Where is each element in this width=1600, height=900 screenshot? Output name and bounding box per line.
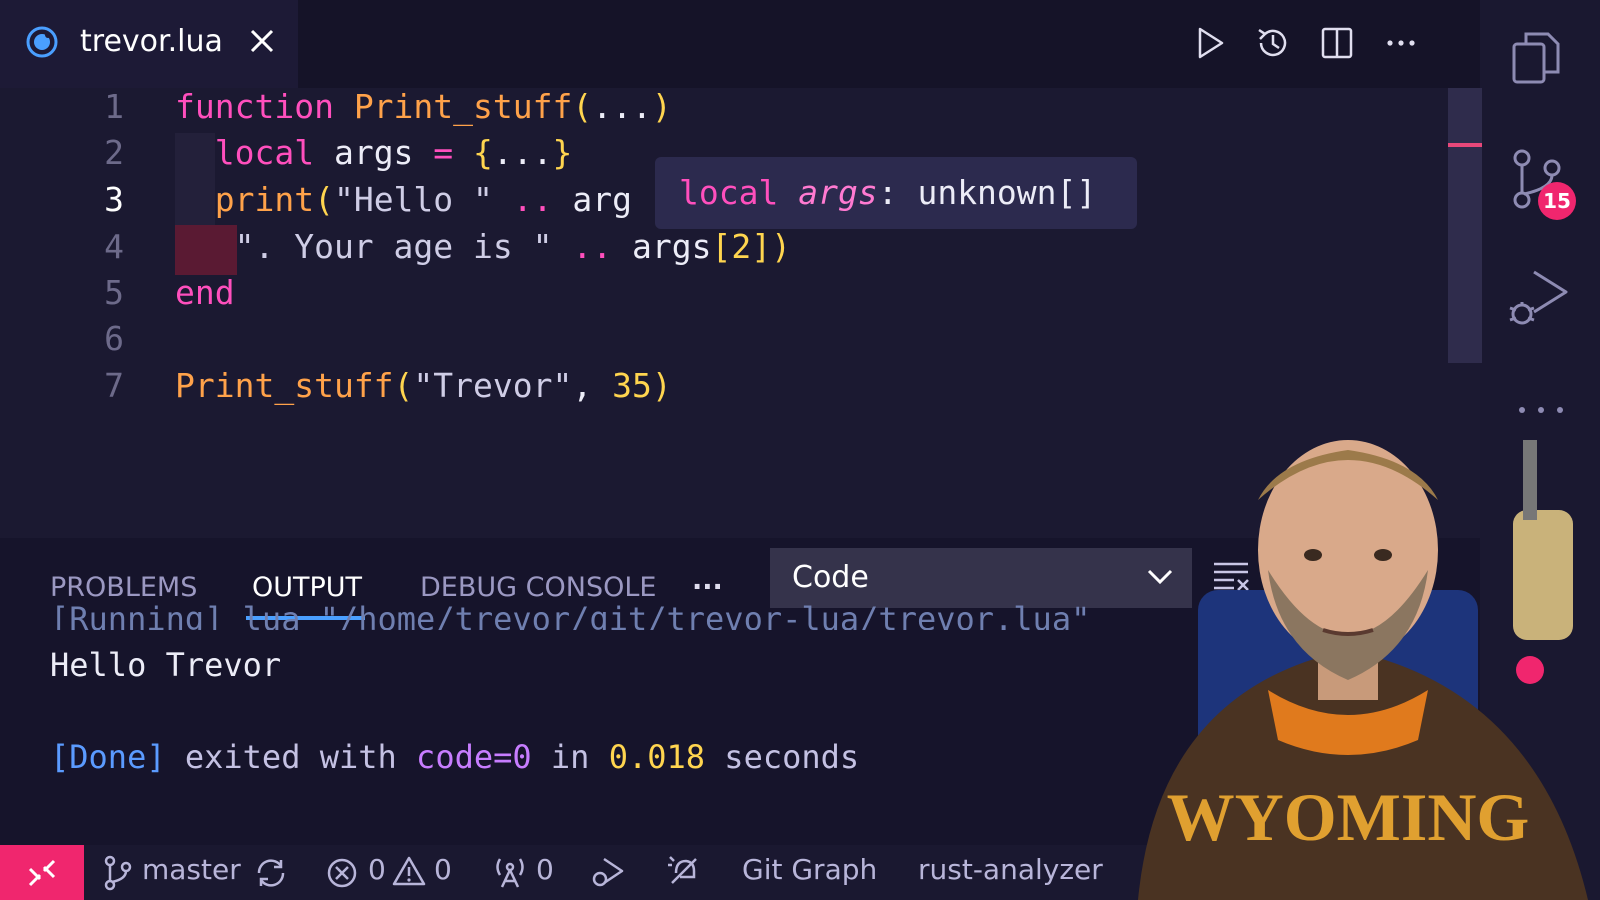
more-views-icon[interactable] (1514, 400, 1568, 420)
editor-tab-bar: trevor.lua (0, 0, 1480, 88)
history-icon[interactable] (1254, 24, 1292, 62)
code-token: "Hello " (333, 180, 513, 219)
line-number: 5 (104, 273, 124, 312)
line-number: 6 (104, 319, 124, 358)
hover-sep: : (877, 173, 918, 212)
code-line[interactable]: 7 Print_stuff("Trevor", 35) (0, 363, 1440, 409)
code-token: function (175, 87, 354, 126)
explorer-icon[interactable] (1508, 28, 1564, 88)
line-code: ". Your age is " .. args[2]) (175, 224, 791, 270)
ports-icon (496, 858, 524, 888)
error-icon (327, 858, 357, 888)
code-line[interactable]: 5 end (0, 270, 1440, 316)
code-token: ... (592, 87, 652, 126)
hover-variable: args (798, 173, 878, 212)
split-editor-icon[interactable] (1318, 24, 1356, 62)
git-graph-button[interactable]: Git Graph (742, 853, 877, 886)
output-done-line: [Done] exited with code=0 in 0.018 secon… (50, 738, 859, 776)
code-token: args (333, 133, 434, 172)
ports-count[interactable]: 0 (536, 853, 554, 886)
output-hello-line: Hello Trevor (50, 646, 282, 684)
webcam-overlay: WYOMING (1138, 440, 1588, 900)
close-icon[interactable] (245, 24, 279, 58)
shirt-print: WYOMING (1167, 779, 1530, 855)
tab-output[interactable]: OUTPUT (252, 572, 362, 603)
line-code: Print_stuff("Trevor", 35) (175, 363, 672, 409)
code-token: ) (771, 227, 791, 266)
diagnostic-marker (175, 225, 237, 275)
output-channel-label: Code (792, 560, 869, 595)
code-token: end (175, 273, 235, 312)
hover-type: unknown[] (917, 173, 1097, 212)
code-token: ) (651, 87, 672, 126)
remote-indicator[interactable] (0, 845, 84, 900)
code-line[interactable]: 1 function Print_stuff(...) (0, 84, 1440, 130)
line-number: 4 (104, 227, 124, 266)
code-token: 35 (612, 366, 652, 405)
done-time: 0.018 (608, 738, 706, 776)
sync-icon[interactable] (254, 857, 288, 889)
remote-icon (28, 859, 56, 887)
debug-status-icon[interactable] (590, 855, 626, 889)
code-token: ( (572, 87, 593, 126)
code-token: = (433, 133, 474, 172)
done-tag: [Done] (50, 738, 166, 776)
line-code: function Print_stuff(...) (175, 84, 672, 130)
tab-problems[interactable]: PROBLEMS (50, 572, 197, 603)
tab-trevor-lua[interactable]: trevor.lua (0, 0, 298, 88)
tab-label: trevor.lua (80, 24, 223, 59)
code-token: , (572, 366, 613, 405)
code-token: .. (512, 180, 573, 219)
error-count[interactable]: 0 (368, 853, 386, 886)
line-code: print("Hello " .. arg (175, 177, 632, 223)
line-code: end (175, 270, 235, 316)
branch-icon (104, 855, 132, 891)
done-in: in (531, 738, 609, 776)
code-token: } (552, 133, 573, 172)
language-server-status[interactable]: rust-analyzer (918, 853, 1103, 886)
indent-guide (175, 133, 215, 229)
done-code: code=0 (416, 738, 532, 776)
more-actions-icon[interactable] (1382, 24, 1420, 62)
line-number: 3 (104, 180, 124, 219)
run-debug-icon[interactable] (1508, 268, 1570, 330)
hover-tooltip: local args: unknown[] (655, 157, 1137, 229)
run-icon[interactable] (1190, 24, 1228, 62)
code-token: arg (572, 180, 632, 219)
line-number: 2 (104, 133, 124, 172)
code-token: ( (393, 366, 414, 405)
lua-file-icon (26, 26, 58, 58)
branch-name[interactable]: master (142, 853, 241, 886)
hover-keyword: local (679, 173, 779, 212)
code-token: ... (492, 133, 553, 172)
done-exited: exited with (165, 738, 417, 776)
code-token: args (631, 227, 712, 266)
code-token: ( (314, 180, 334, 219)
code-token: { (473, 133, 493, 172)
output-running-line: [Running] lua "/home/trevor/git/trevor-l… (50, 600, 1091, 630)
source-control-badge: 15 (1538, 182, 1576, 220)
notifications-off-icon[interactable] (666, 853, 702, 889)
warning-icon (392, 856, 426, 886)
code-token: ) (651, 366, 672, 405)
line-code: local args = {...} (175, 130, 573, 176)
warning-count[interactable]: 0 (434, 853, 452, 886)
editor-scrollbar[interactable] (1448, 88, 1482, 363)
done-seconds: seconds (705, 738, 860, 776)
code-token: [2] (711, 227, 772, 266)
tab-debug-console[interactable]: DEBUG CONSOLE (420, 572, 656, 603)
line-number: 1 (104, 87, 124, 126)
code-line[interactable]: 6 (0, 316, 1440, 362)
line-number: 7 (104, 366, 124, 405)
code-token: .. (572, 227, 632, 266)
code-token: "Trevor" (413, 366, 573, 405)
panel-more-button[interactable]: ··· (692, 572, 723, 603)
scrollbar-marker (1448, 143, 1482, 147)
code-token: Print_stuff (353, 87, 573, 126)
code-token: Print_stuff (175, 366, 394, 405)
